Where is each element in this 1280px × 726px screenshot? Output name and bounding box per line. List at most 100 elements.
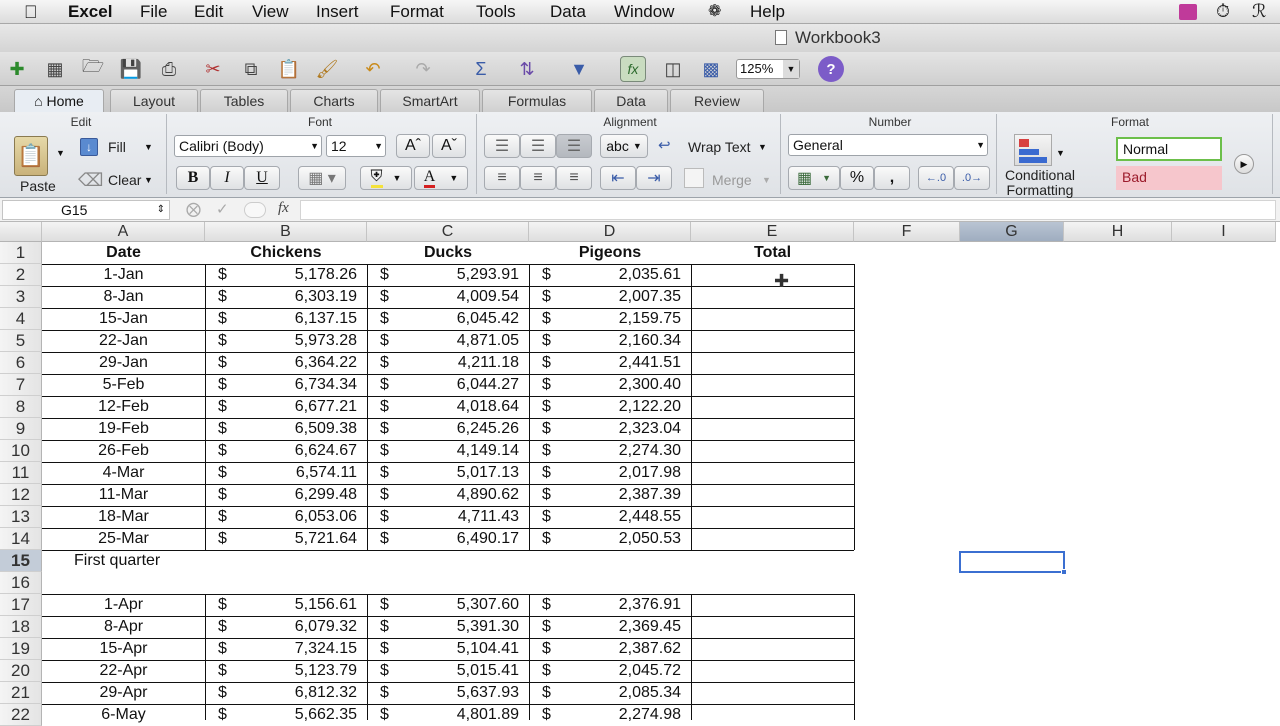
tab-review[interactable]: Review [670, 89, 764, 112]
menu-help[interactable]: Help [750, 1, 785, 23]
cell-date[interactable]: 18-Mar [42, 506, 205, 528]
cell-pigeons[interactable]: 2,160.34 [529, 330, 681, 352]
up-down-arrows-icon[interactable]: ⇕ [157, 201, 165, 219]
cell-ducks[interactable]: 4,890.62 [367, 484, 519, 506]
cell-chickens[interactable]: 6,574.11 [205, 462, 357, 484]
row-header[interactable]: 13 [0, 506, 42, 528]
cell-chickens[interactable]: 5,123.79 [205, 660, 357, 682]
cell-pigeons[interactable]: 2,387.62 [529, 638, 681, 660]
undo-icon[interactable]: ↶ [360, 56, 386, 82]
cell-date[interactable]: 12-Feb [42, 396, 205, 418]
gallery-icon[interactable]: ▩ [698, 56, 724, 82]
tab-layout[interactable]: Layout [110, 89, 198, 112]
column-header-f[interactable]: F [854, 222, 960, 242]
confirm-entry-icon[interactable]: ✓ [216, 200, 229, 218]
borders-button[interactable]: ▦ ▾ [298, 166, 346, 190]
column-title-date[interactable]: Date [42, 242, 205, 264]
align-middle-button[interactable]: ☰ [520, 134, 556, 158]
cell-pigeons[interactable]: 2,376.91 [529, 594, 681, 616]
decrease-font-size-button[interactable]: Aˇ [432, 134, 466, 158]
clear-button[interactable]: Clear [108, 170, 141, 190]
cell-ducks[interactable]: 4,871.05 [367, 330, 519, 352]
cell-chickens[interactable]: 6,509.38 [205, 418, 357, 440]
help-icon[interactable]: ? [818, 56, 844, 82]
cell-pigeons[interactable]: 2,007.35 [529, 286, 681, 308]
cell-date[interactable]: 29-Jan [42, 352, 205, 374]
cell-date[interactable]: 1-Jan [42, 264, 205, 286]
cell-chickens[interactable]: 7,324.15 [205, 638, 357, 660]
sort-icon[interactable]: ⇅ [514, 56, 540, 82]
cell-pigeons[interactable]: 2,085.34 [529, 682, 681, 704]
italic-button[interactable]: I [210, 166, 244, 190]
paste-icon[interactable]: 📋 [276, 56, 302, 82]
cell-ducks[interactable]: 6,044.27 [367, 374, 519, 396]
cell-ducks[interactable]: 4,009.54 [367, 286, 519, 308]
font-size-select[interactable]: 12 ▼ [326, 135, 386, 157]
cell-date[interactable]: 22-Jan [42, 330, 205, 352]
row-header[interactable]: 19 [0, 638, 42, 660]
row-header[interactable]: 16 [0, 572, 42, 594]
align-center-button[interactable]: ≡ [520, 166, 556, 190]
menu-insert[interactable]: Insert [316, 1, 359, 23]
row-header[interactable]: 20 [0, 660, 42, 682]
tab-formulas[interactable]: Formulas [482, 89, 592, 112]
chevron-down-icon[interactable]: ▼ [758, 142, 767, 152]
cell-ducks[interactable]: 6,045.42 [367, 308, 519, 330]
row-header[interactable]: 4 [0, 308, 42, 330]
cell-ducks[interactable]: 4,211.18 [367, 352, 519, 374]
font-name-select[interactable]: Calibri (Body) ▼ [174, 135, 322, 157]
fill-color-button[interactable]: ⛨ ▼ [360, 166, 412, 190]
cell-pigeons[interactable]: 2,300.40 [529, 374, 681, 396]
column-header-g[interactable]: G [960, 222, 1064, 242]
print-icon[interactable]: ⎙ [156, 56, 182, 82]
conditional-formatting-icon[interactable] [1014, 134, 1052, 166]
column-header-d[interactable]: D [529, 222, 691, 242]
redo-icon[interactable]: ↷ [410, 56, 436, 82]
row-header[interactable]: 11 [0, 462, 42, 484]
cell-date[interactable]: 19-Feb [42, 418, 205, 440]
eraser-icon[interactable]: ⌫ [78, 170, 103, 191]
cell-date[interactable]: 11-Mar [42, 484, 205, 506]
cut-icon[interactable]: ✂ [200, 56, 226, 82]
menu-format[interactable]: Format [390, 1, 444, 23]
cell-ducks[interactable]: 6,490.17 [367, 528, 519, 550]
cell-chickens[interactable]: 6,624.67 [205, 440, 357, 462]
cell-chickens[interactable]: 6,303.19 [205, 286, 357, 308]
fill-button[interactable]: Fill [108, 137, 126, 157]
cell-chickens[interactable]: 6,364.22 [205, 352, 357, 374]
save-icon[interactable]: 💾 [118, 56, 144, 82]
row-header[interactable]: 21 [0, 682, 42, 704]
align-right-button[interactable]: ≡ [556, 166, 592, 190]
conditional-formatting-label[interactable]: Conditional Formatting [1004, 168, 1076, 198]
row-header[interactable]: 12 [0, 484, 42, 506]
cell-chickens[interactable]: 6,053.06 [205, 506, 357, 528]
cell-pigeons[interactable]: 2,045.72 [529, 660, 681, 682]
cell-date[interactable]: 1-Apr [42, 594, 205, 616]
row-header[interactable]: 5 [0, 330, 42, 352]
bold-button[interactable]: B [176, 166, 210, 190]
chevron-down-icon[interactable]: ▼ [1056, 148, 1065, 158]
cell-ducks[interactable]: 5,017.13 [367, 462, 519, 484]
cell-ducks[interactable]: 5,391.30 [367, 616, 519, 638]
app-status-icon[interactable] [1179, 4, 1197, 20]
cancel-entry-icon[interactable]: ⨂ [186, 200, 201, 218]
row-header[interactable]: 2 [0, 264, 42, 286]
comma-style-button[interactable]: , [874, 166, 910, 190]
autosum-icon[interactable]: Σ [468, 56, 494, 82]
new-workbook-icon[interactable]: ✚ [4, 56, 30, 82]
cell-pigeons[interactable]: 2,122.20 [529, 396, 681, 418]
row-header[interactable]: 8 [0, 396, 42, 418]
filter-icon[interactable]: ▼ [566, 56, 592, 82]
cell-date[interactable]: 26-Feb [42, 440, 205, 462]
script-menu-icon[interactable]: ❁ [708, 1, 721, 23]
zoom-select[interactable]: 125% ▼ [736, 59, 800, 79]
cell-date[interactable]: 8-Apr [42, 616, 205, 638]
function-toggle-icon[interactable] [244, 202, 266, 218]
row-header[interactable]: 9 [0, 418, 42, 440]
styles-scroll-right-button[interactable]: ▶ [1234, 154, 1254, 174]
formula-input[interactable] [300, 200, 1276, 220]
cell-date[interactable]: 4-Mar [42, 462, 205, 484]
row-header[interactable]: 15 [0, 550, 42, 572]
cell-pigeons[interactable]: 2,159.75 [529, 308, 681, 330]
cell-date[interactable]: 29-Apr [42, 682, 205, 704]
